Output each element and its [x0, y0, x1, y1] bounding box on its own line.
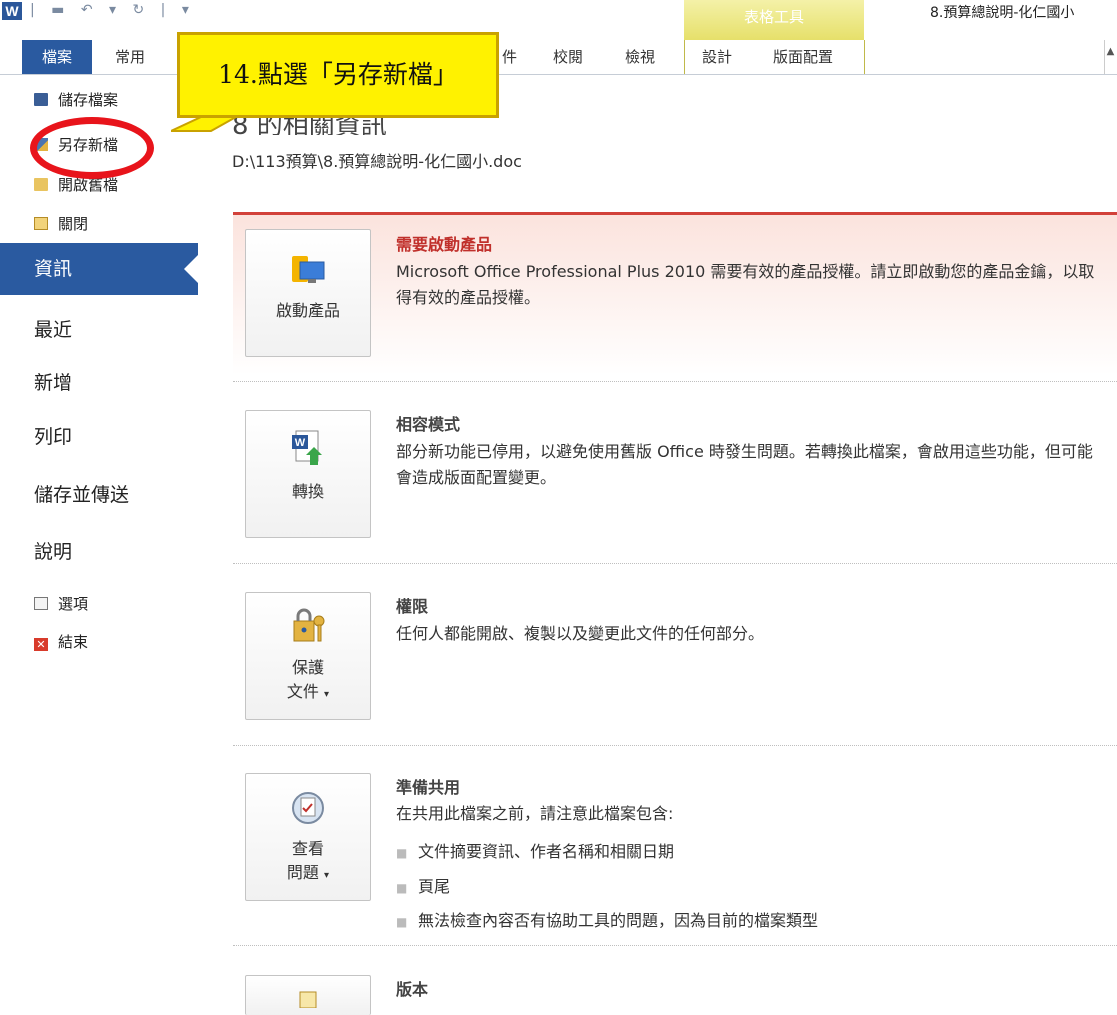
tab-view[interactable]: 檢視 [625, 40, 655, 74]
check-issues-button[interactable]: 查看 問題 ▾ [245, 773, 371, 901]
versions-title: 版本 [396, 980, 429, 999]
protect-label-2: 文件 ▾ [286, 682, 330, 701]
nav-save[interactable]: 儲存檔案 [34, 86, 118, 114]
tutorial-callout-text: 14.點選「另存新檔」 [218, 60, 458, 89]
activate-product-button[interactable]: 啟動產品 [245, 229, 371, 357]
nav-exit[interactable]: ✕ 結束 [34, 628, 88, 656]
nav-help[interactable]: 說明 [34, 527, 72, 577]
manage-versions-button[interactable] [245, 975, 371, 1015]
nav-save-send[interactable]: 儲存並傳送 [34, 470, 129, 520]
list-item: ■ 文件摘要資訊、作者名稱和相關日期 [396, 842, 675, 861]
scroll-up-icon[interactable]: ▲ [1104, 46, 1117, 57]
nav-print[interactable]: 列印 [34, 412, 72, 462]
activate-product-icon [292, 256, 325, 283]
tab-layout[interactable]: 版面配置 [773, 40, 833, 74]
svg-text:W: W [295, 437, 306, 449]
nav-close[interactable]: 關閉 [34, 210, 88, 238]
prepare-desc: 在共用此檔案之前，請注意此檔案包含: [396, 804, 674, 823]
check-issues-label-2: 問題 ▾ [286, 863, 330, 882]
activation-title: 需要啟動產品 [396, 235, 493, 254]
list-item: ■ 無法檢查內容否有協助工具的問題，因為目前的檔案類型 [396, 911, 819, 930]
convert-label: 轉換 [291, 482, 324, 501]
check-issues-label-1: 查看 [291, 839, 324, 858]
tab-design[interactable]: 設計 [702, 40, 732, 74]
options-icon [34, 597, 48, 610]
quick-access-toolbar[interactable]: | ▬ ↶ ▾ ↻ | ▾ [30, 2, 195, 18]
section-divider [233, 381, 1117, 382]
nav-options[interactable]: 選項 [34, 590, 88, 618]
section-divider [233, 563, 1117, 564]
prepare-title: 準備共用 [396, 778, 461, 797]
nav-info[interactable] [0, 243, 198, 295]
convert-button[interactable]: W 轉換 [245, 410, 371, 538]
save-icon [34, 93, 48, 106]
nav-new[interactable]: 新增 [34, 358, 72, 408]
tab-review[interactable]: 校閱 [553, 40, 583, 74]
nav-close-label: 關閉 [58, 215, 89, 233]
section-divider [233, 745, 1117, 746]
list-item: ■ 頁尾 [396, 877, 451, 896]
compat-title: 相容模式 [396, 415, 461, 434]
permissions-title: 權限 [396, 597, 429, 616]
exit-icon: ✕ [34, 638, 48, 651]
window-title: 8.預算總說明-化仁國小 [930, 5, 1075, 21]
tab-file[interactable]: 檔案 [22, 40, 92, 74]
word-app-icon[interactable]: W [2, 2, 22, 20]
table-tools-label: 表格工具 [743, 8, 804, 26]
protect-document-button[interactable]: 保護 文件 ▾ [245, 592, 371, 720]
backstage-nav [0, 75, 198, 1003]
close-folder-icon [34, 217, 48, 230]
permissions-desc: 任何人都能開啟、複製以及變更此文件的任何部分。 [396, 624, 765, 643]
nav-options-label: 選項 [58, 595, 89, 613]
nav-exit-label: 結束 [58, 633, 89, 651]
tab-separator [684, 40, 685, 74]
activation-desc: Microsoft Office Professional Plus 2010 … [396, 262, 1095, 307]
lock-key-icon [293, 608, 325, 642]
tab-mailings[interactable]: 件 [502, 40, 517, 74]
tab-home[interactable]: 常用 [115, 40, 145, 74]
nav-recent[interactable]: 最近 [34, 305, 72, 355]
section-divider [233, 945, 1117, 946]
versions-icon [299, 991, 317, 1008]
activate-product-label: 啟動產品 [275, 301, 340, 320]
nav-save-label: 儲存檔案 [58, 91, 119, 109]
protect-label-1: 保護 [291, 658, 324, 677]
highlight-ring [30, 117, 154, 179]
open-folder-icon [34, 178, 48, 191]
selected-notch [184, 255, 198, 283]
convert-icon: W [292, 430, 322, 465]
compat-desc: 部分新功能已停用，以避免使用舊版 Office 時發生問題。若轉換此檔案，會啟用… [396, 442, 1093, 487]
nav-info-label: 資訊 [34, 258, 73, 280]
inspect-document-icon [292, 792, 324, 824]
tab-separator [864, 40, 865, 74]
document-path: D:\113預算\8.預算總說明-化仁國小.doc [232, 152, 522, 171]
